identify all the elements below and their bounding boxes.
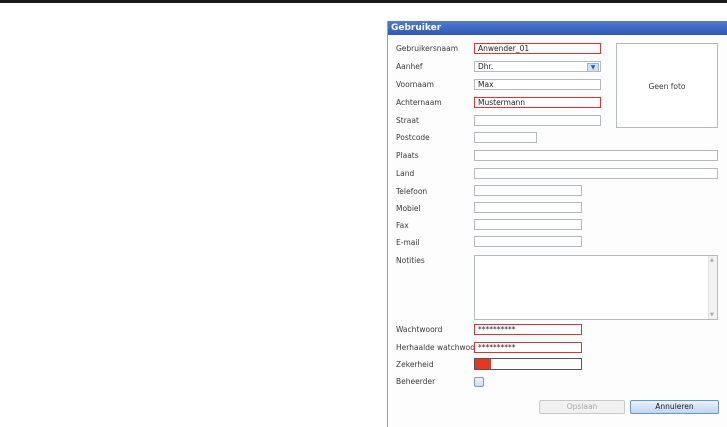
label-beheerder: Beheerder	[396, 377, 436, 386]
plaats-input[interactable]	[474, 150, 718, 161]
scroll-down-icon[interactable]: ▼	[710, 312, 714, 318]
fax-input[interactable]	[474, 219, 582, 230]
label-fax: Fax	[396, 221, 409, 230]
chevron-down-icon[interactable]: ▼	[587, 63, 599, 71]
label-land: Land	[396, 169, 415, 178]
land-input[interactable]	[474, 168, 718, 179]
cancel-button[interactable]: Annuleren	[630, 400, 719, 414]
beheerder-checkbox[interactable]	[474, 377, 484, 387]
photo-placeholder-text: Geen foto	[648, 82, 686, 91]
email-input[interactable]	[474, 236, 582, 247]
voornaam-input[interactable]: Max	[474, 79, 601, 90]
label-achternaam: Achternaam	[396, 98, 442, 107]
dialog-titlebar[interactable]: Gebruiker	[388, 21, 727, 35]
achternaam-input[interactable]: Mustermann	[474, 97, 601, 108]
scroll-up-icon[interactable]: ▲	[710, 257, 714, 263]
top-divider	[0, 0, 727, 3]
label-plaats: Plaats	[396, 151, 419, 160]
telefoon-input[interactable]	[474, 185, 582, 196]
label-voornaam: Voornaam	[396, 80, 434, 89]
aanhef-select[interactable]: Dhr. ▼	[474, 61, 601, 72]
password-strength-fill	[475, 359, 491, 369]
save-button[interactable]: Opslaan	[539, 400, 625, 414]
label-straat: Straat	[396, 116, 419, 125]
label-wachtwoord: Wachtwoord	[396, 325, 443, 334]
label-gebruikersnaam: Gebruikersnaam	[396, 44, 459, 53]
password-strength-bar	[474, 358, 582, 370]
label-mobiel: Mobiel	[396, 204, 421, 213]
wachtwoord-input[interactable]: **********	[474, 324, 582, 335]
notities-textarea[interactable]: ▲ ▼	[474, 255, 718, 320]
label-herhaalde-wachtwoord: Herhaalde watchwoord	[396, 343, 483, 352]
label-telefoon: Telefoon	[396, 187, 428, 196]
photo-placeholder[interactable]: Geen foto	[616, 43, 718, 128]
mobiel-input[interactable]	[474, 202, 582, 213]
gebruikersnaam-input[interactable]: Anwender_01	[474, 43, 601, 54]
label-email: E-mail	[396, 238, 420, 247]
user-dialog: Gebruiker Gebruikersnaam Anwender_01 Aan…	[387, 21, 727, 427]
dialog-title: Gebruiker	[391, 23, 442, 33]
straat-input[interactable]	[474, 115, 601, 126]
notities-scrollbar[interactable]: ▲ ▼	[708, 256, 717, 319]
aanhef-value: Dhr.	[478, 62, 494, 71]
label-zekerheid: Zekerheid	[396, 360, 434, 369]
label-aanhef: Aanhef	[396, 62, 423, 71]
herhaalde-wachtwoord-input[interactable]: **********	[474, 342, 582, 353]
label-notities: Notities	[396, 256, 425, 265]
label-postcode: Postcode	[396, 133, 430, 142]
postcode-input[interactable]	[474, 132, 537, 143]
